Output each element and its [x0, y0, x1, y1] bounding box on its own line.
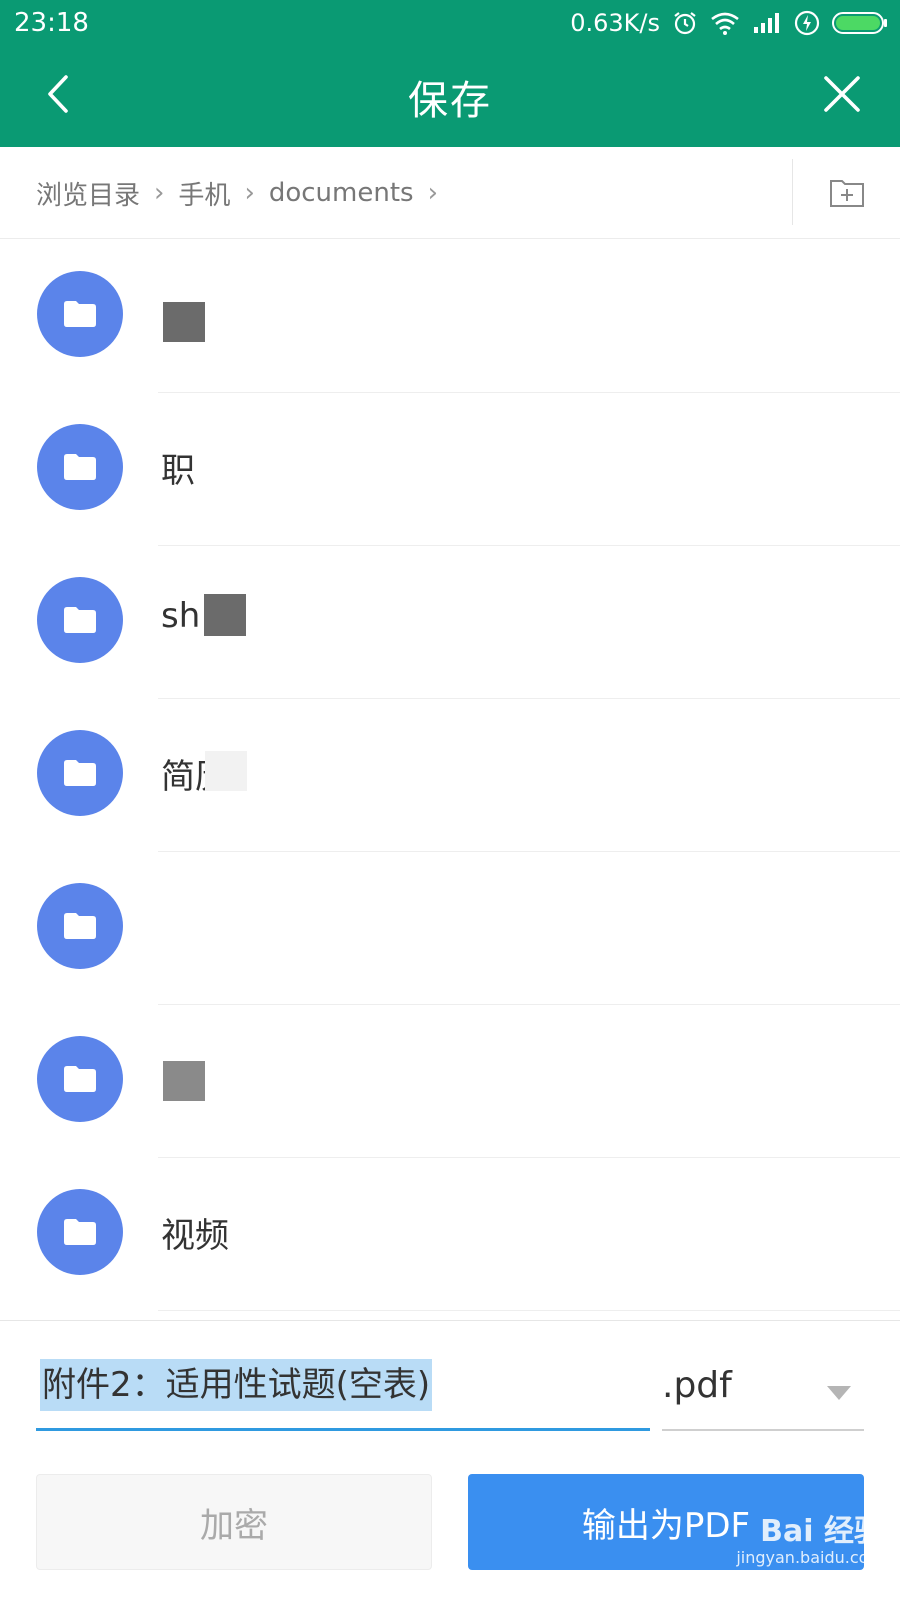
- list-item[interactable]: [0, 852, 900, 1005]
- charging-icon: [794, 10, 820, 36]
- close-button[interactable]: [814, 66, 870, 122]
- status-indicators: 0.63K/s: [570, 6, 888, 40]
- folder-icon: [37, 271, 123, 357]
- filename-input[interactable]: 附件2：适用性试题(空表): [40, 1359, 433, 1411]
- folder-icon: [37, 883, 123, 969]
- new-folder-icon: [830, 180, 864, 207]
- new-folder-button[interactable]: [822, 169, 872, 215]
- crumb-browse[interactable]: 浏览目录: [36, 175, 140, 212]
- folder-icon: [37, 1189, 123, 1275]
- extension-select[interactable]: .pdf: [662, 1353, 864, 1431]
- folder-icon: [37, 1036, 123, 1122]
- extension-value: .pdf: [662, 1365, 732, 1406]
- save-form: 附件2：适用性试题(空表) .pdf 加密 输出为PDF: [0, 1320, 900, 1600]
- redaction-mark: [163, 302, 205, 342]
- close-icon: [824, 76, 860, 112]
- list-item[interactable]: 简历: [0, 699, 900, 852]
- list-item[interactable]: 职: [0, 393, 900, 546]
- crumb-documents[interactable]: documents: [269, 178, 414, 208]
- list-item[interactable]: [0, 240, 900, 393]
- list-item[interactable]: 视频: [0, 1158, 900, 1311]
- redaction-mark: [204, 594, 246, 636]
- alarm-icon: [672, 10, 698, 36]
- redaction-mark: [205, 751, 247, 791]
- encrypt-button[interactable]: 加密: [36, 1474, 432, 1570]
- signal-icon: [752, 11, 782, 35]
- crumb-phone[interactable]: 手机: [178, 175, 230, 212]
- folder-icon: [37, 424, 123, 510]
- folder-icon: [37, 730, 123, 816]
- app-header: 23:18 0.63K/s 保存: [0, 0, 900, 147]
- battery-icon: [832, 10, 888, 36]
- folder-name: sh: [161, 596, 201, 636]
- export-pdf-button[interactable]: 输出为PDF: [468, 1474, 864, 1570]
- folder-name: 视频: [161, 1216, 229, 1256]
- network-speed: 0.63K/s: [570, 9, 660, 37]
- title-bar: 保存: [0, 46, 900, 147]
- breadcrumb: 浏览目录 › 手机 › documents ›: [36, 147, 452, 239]
- folder-name: 职: [161, 451, 195, 491]
- folder-icon: [37, 577, 123, 663]
- divider: [792, 159, 793, 225]
- filename-field[interactable]: 附件2：适用性试题(空表): [36, 1353, 650, 1431]
- status-bar: 23:18 0.63K/s: [0, 0, 900, 46]
- breadcrumb-separator: ›: [154, 178, 165, 208]
- folder-list: 职 sh 简历 视频: [0, 240, 900, 1319]
- redaction-mark: [163, 1061, 205, 1101]
- wifi-icon: [710, 11, 740, 35]
- page-title: 保存: [408, 78, 492, 124]
- breadcrumb-bar: 浏览目录 › 手机 › documents ›: [0, 147, 900, 239]
- status-time: 23:18: [14, 8, 89, 38]
- breadcrumb-separator: ›: [427, 178, 438, 208]
- list-item[interactable]: [0, 1005, 900, 1158]
- list-item[interactable]: sh: [0, 546, 900, 699]
- caret-down-icon: [827, 1386, 851, 1400]
- breadcrumb-separator: ›: [244, 178, 255, 208]
